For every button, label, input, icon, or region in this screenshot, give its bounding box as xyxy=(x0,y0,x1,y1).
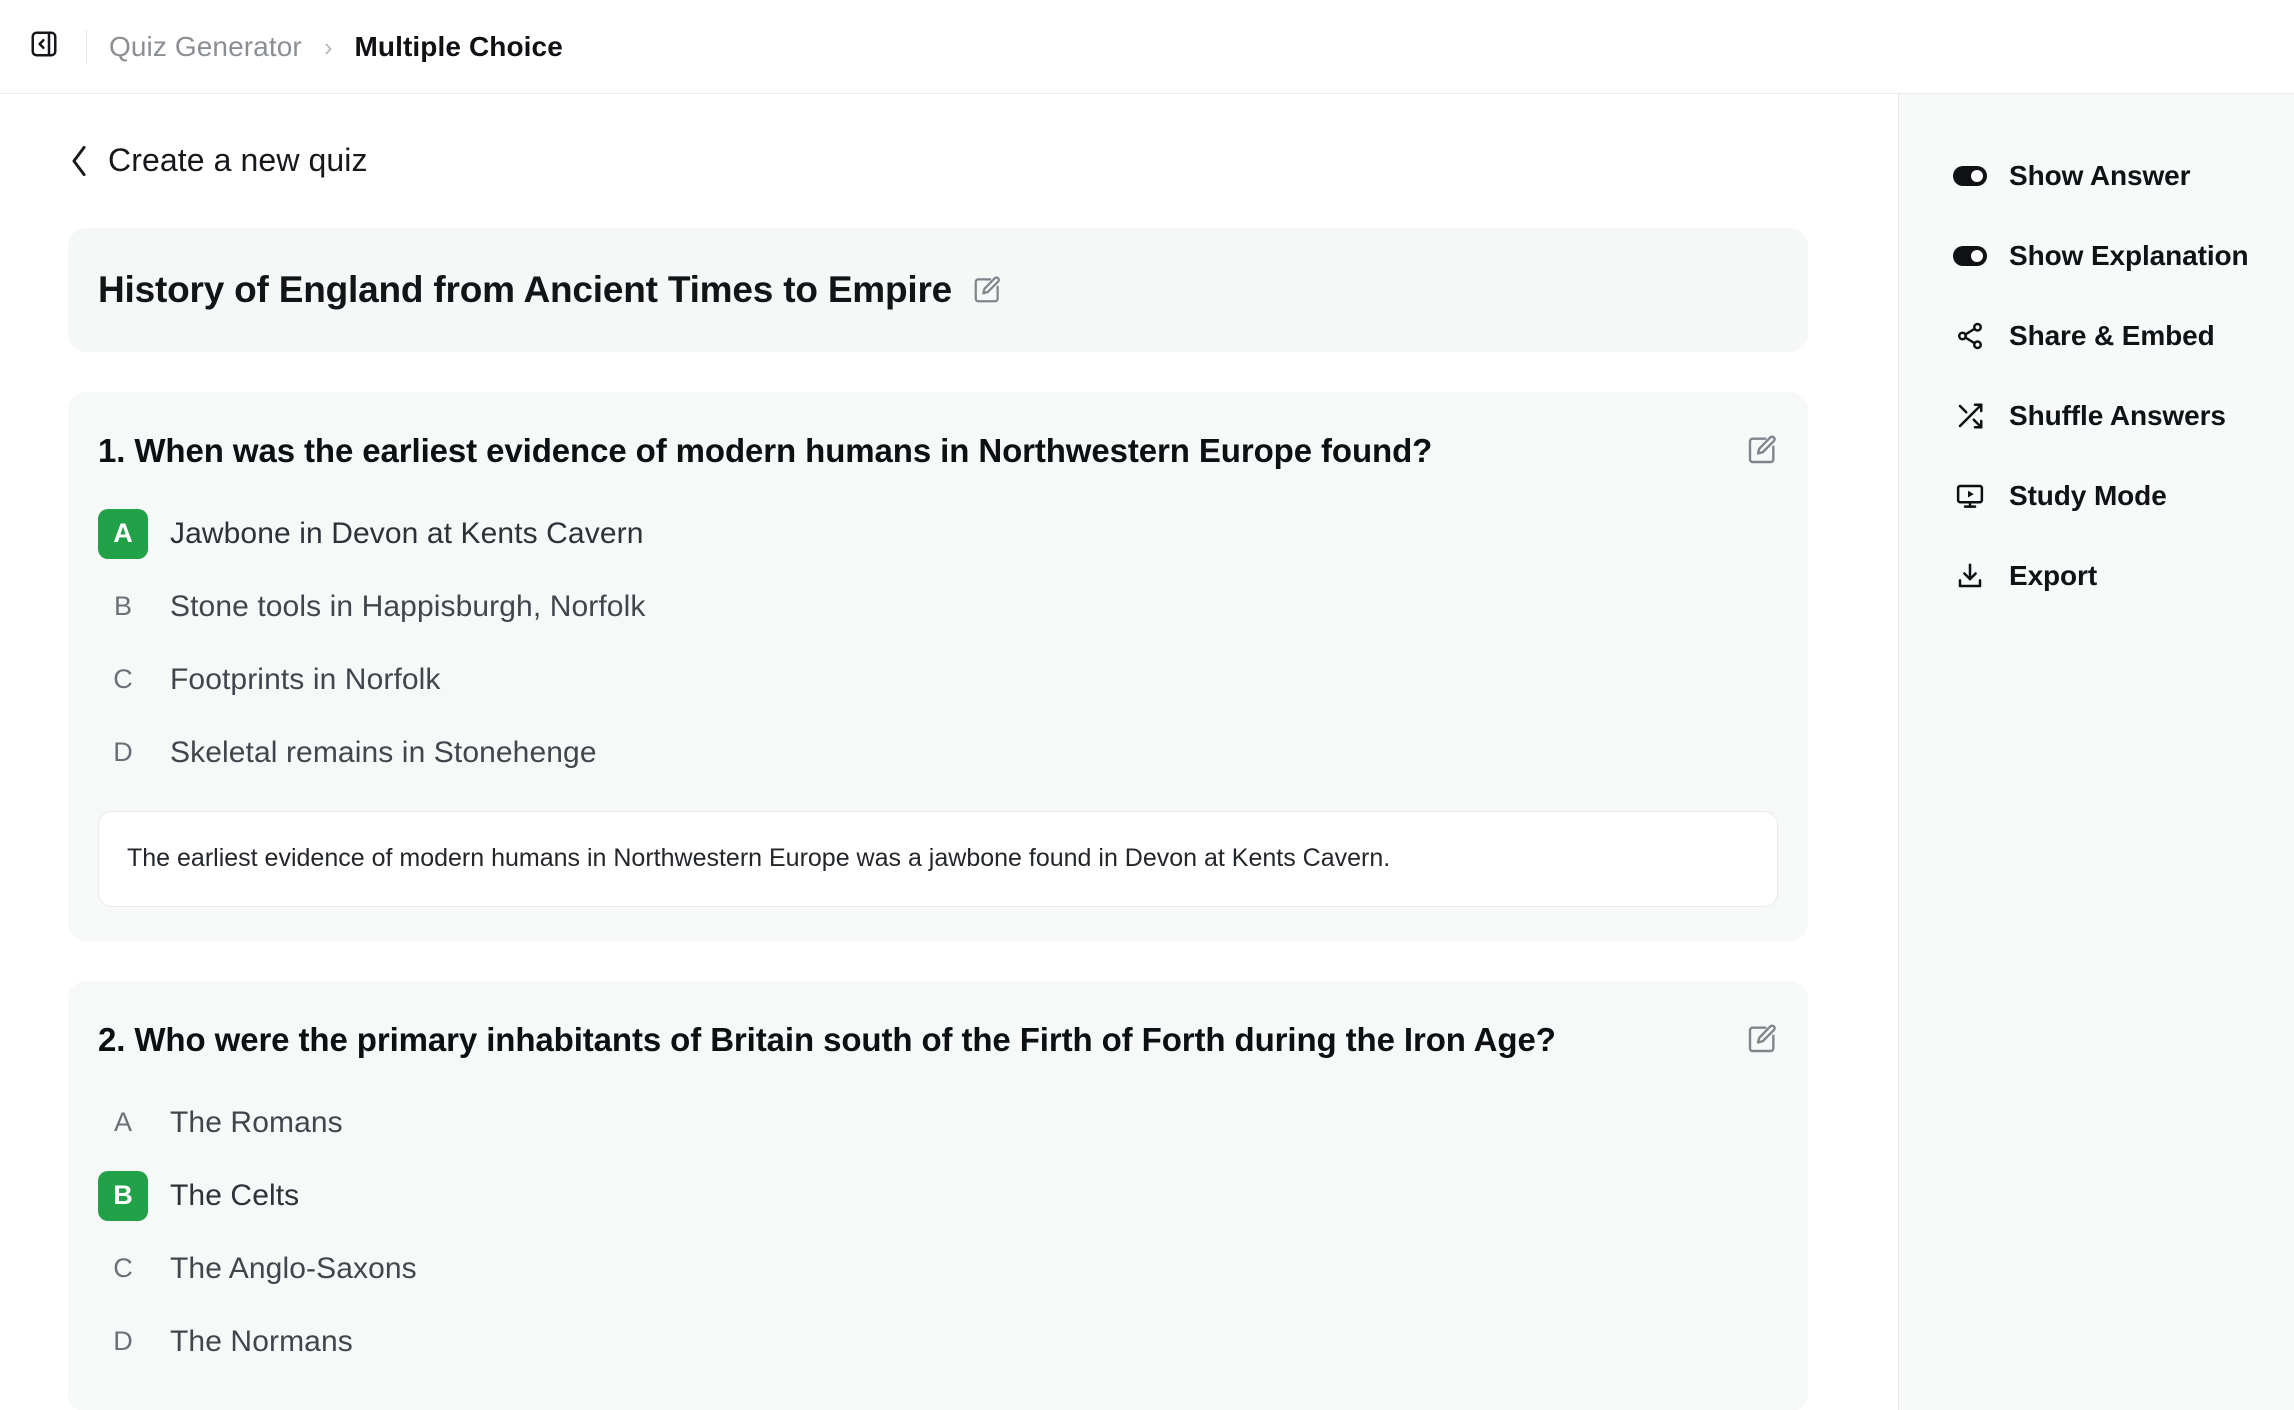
option-letter-badge: B xyxy=(113,591,132,622)
question-card: 1. When was the earliest evidence of mod… xyxy=(68,392,1808,941)
option-row[interactable]: A The Romans xyxy=(98,1086,1778,1159)
edit-pencil-icon[interactable] xyxy=(972,275,1002,305)
panel-item-label: Study Mode xyxy=(2009,480,2167,511)
share-icon xyxy=(1953,319,1987,353)
option-text: Footprints in Norfolk xyxy=(170,662,441,696)
option-text: The Romans xyxy=(170,1105,343,1139)
toggle-on-icon[interactable] xyxy=(1953,159,1987,193)
back-to-create-quiz-link[interactable]: Create a new quiz xyxy=(68,142,368,179)
option-list: A The Romans B The Celts C The Anglo-Sax… xyxy=(98,1086,1778,1378)
option-text: Jawbone in Devon at Kents Cavern xyxy=(170,516,644,550)
panel-item-label: Show Answer xyxy=(2009,160,2191,191)
option-text: The Anglo-Saxons xyxy=(170,1251,417,1285)
explanation-box: The earliest evidence of modern humans i… xyxy=(98,811,1778,907)
panel-item-study-mode[interactable]: Study Mode xyxy=(1899,456,2294,536)
chevron-right-icon: › xyxy=(323,31,333,62)
panel-item-label: Shuffle Answers xyxy=(2009,400,2226,431)
option-row[interactable]: C The Anglo-Saxons xyxy=(98,1232,1778,1305)
page-title: History of England from Ancient Times to… xyxy=(98,269,953,310)
option-text: Skeletal remains in Stonehenge xyxy=(170,735,597,769)
option-list: A Jawbone in Devon at Kents Cavern B Sto… xyxy=(98,497,1778,789)
edit-pencil-icon[interactable] xyxy=(1746,434,1778,466)
option-row[interactable]: B Stone tools in Happisburgh, Norfolk xyxy=(98,570,1778,643)
content-column: Create a new quiz History of England fro… xyxy=(68,142,1808,1410)
panel-item-share-embed[interactable]: Share & Embed xyxy=(1899,296,2294,376)
question-header: 1. When was the earliest evidence of mod… xyxy=(98,430,1778,471)
panel-item-show-answer[interactable]: Show Answer xyxy=(1899,136,2294,216)
panel-item-show-explanation[interactable]: Show Explanation xyxy=(1899,216,2294,296)
panel-collapse-icon xyxy=(29,29,59,64)
sidebar-toggle-button[interactable] xyxy=(18,21,70,73)
option-letter-badge: A xyxy=(113,1107,132,1138)
back-link-label: Create a new quiz xyxy=(108,142,368,178)
option-letter-badge: A xyxy=(98,508,148,559)
option-text: The Celts xyxy=(170,1178,300,1212)
question-card: 2. Who were the primary inhabitants of B… xyxy=(68,981,1808,1410)
option-letter-badge: C xyxy=(113,1253,133,1284)
panel-item-shuffle-answers[interactable]: Shuffle Answers xyxy=(1899,376,2294,456)
top-bar: Quiz Generator › Multiple Choice xyxy=(0,0,2294,94)
question-header: 2. Who were the primary inhabitants of B… xyxy=(98,1019,1778,1060)
tools-panel: Show Answer Show Explanation Share & Emb… xyxy=(1898,94,2294,1410)
question-text: 1. When was the earliest evidence of mod… xyxy=(98,432,1433,469)
panel-item-export[interactable]: Export xyxy=(1899,536,2294,616)
chevron-left-icon xyxy=(68,144,90,178)
breadcrumb-current: Multiple Choice xyxy=(354,30,563,62)
breadcrumb: Quiz Generator › Multiple Choice xyxy=(109,31,563,63)
download-icon xyxy=(1953,559,1987,593)
option-row[interactable]: C Footprints in Norfolk xyxy=(98,643,1778,716)
option-letter-badge: D xyxy=(113,737,133,768)
option-letter-badge: B xyxy=(98,1170,148,1221)
shuffle-icon xyxy=(1953,399,1987,433)
option-letter-badge: C xyxy=(113,664,133,695)
breadcrumb-parent[interactable]: Quiz Generator xyxy=(109,31,302,63)
main-content: Create a new quiz History of England fro… xyxy=(0,94,1898,1410)
quiz-title-row: History of England from Ancient Times to… xyxy=(98,269,1002,311)
edit-pencil-icon[interactable] xyxy=(1746,1023,1778,1055)
toggle-on-icon[interactable] xyxy=(1953,239,1987,273)
option-row[interactable]: B The Celts xyxy=(98,1159,1778,1232)
panel-item-label: Show Explanation xyxy=(2009,240,2249,271)
option-row[interactable]: A Jawbone in Devon at Kents Cavern xyxy=(98,497,1778,570)
question-text: 2. Who were the primary inhabitants of B… xyxy=(98,1021,1556,1058)
option-row[interactable]: D Skeletal remains in Stonehenge xyxy=(98,716,1778,789)
panel-item-label: Export xyxy=(2009,560,2098,591)
panel-item-label: Share & Embed xyxy=(2009,320,2215,351)
option-row[interactable]: D The Normans xyxy=(98,1305,1778,1378)
option-text: Stone tools in Happisburgh, Norfolk xyxy=(170,589,646,623)
option-letter-badge: D xyxy=(113,1326,133,1357)
quiz-title-card: History of England from Ancient Times to… xyxy=(68,228,1808,352)
topbar-divider xyxy=(86,29,87,64)
study-mode-icon xyxy=(1953,479,1987,513)
option-text: The Normans xyxy=(170,1324,353,1358)
page-layout: Create a new quiz History of England fro… xyxy=(0,94,2294,1410)
